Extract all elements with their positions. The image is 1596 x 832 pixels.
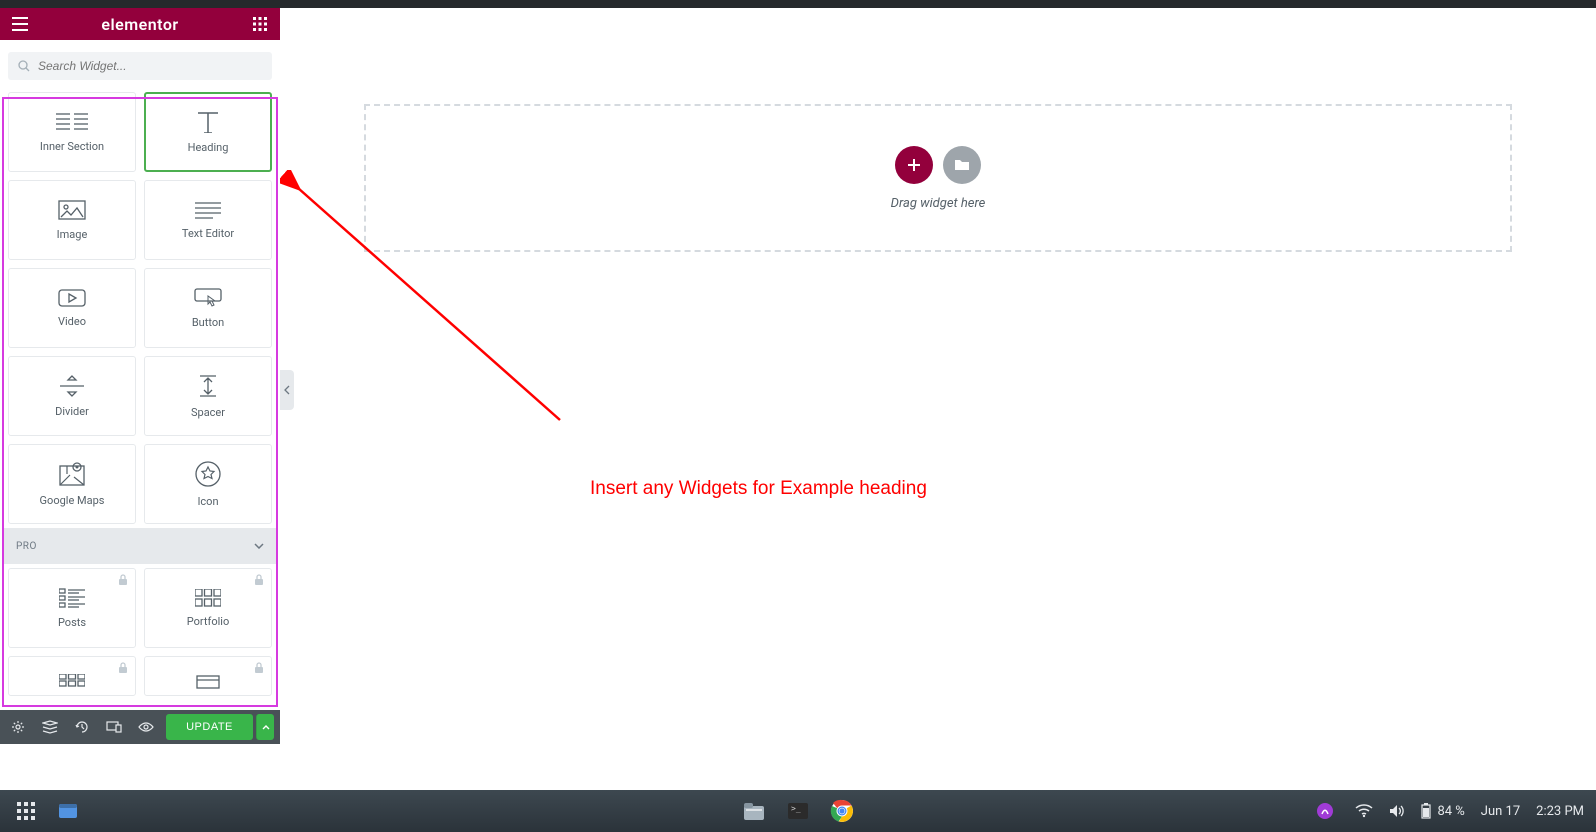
settings-icon[interactable] <box>6 712 30 742</box>
widget-posts[interactable]: Posts <box>8 568 136 648</box>
svg-text:>_: >_ <box>791 804 801 813</box>
slides-icon <box>195 674 221 692</box>
image-icon <box>58 200 86 220</box>
heading-icon <box>194 111 222 133</box>
maps-icon <box>59 462 85 486</box>
annotation-text: Insert any Widgets for Example heading <box>590 478 927 500</box>
lock-icon <box>254 574 264 586</box>
sidebar-footer: UPDATE <box>0 710 280 744</box>
widget-inner-section[interactable]: Inner Section <box>8 92 136 172</box>
date-text[interactable]: Jun 17 <box>1481 804 1520 819</box>
navigator-icon[interactable] <box>38 712 62 742</box>
widget-video[interactable]: Video <box>8 268 136 348</box>
inner-section-icon <box>56 112 88 132</box>
widget-button[interactable]: Button <box>144 268 272 348</box>
dropzone-buttons <box>895 146 981 184</box>
widget-label: Divider <box>55 405 89 418</box>
pro-widgets-grid: Posts Portfolio <box>4 564 276 700</box>
gallery-icon <box>59 674 85 692</box>
widget-image[interactable]: Image <box>8 180 136 260</box>
widget-label: Icon <box>197 495 218 508</box>
collapse-sidebar-tab[interactable] <box>280 370 294 410</box>
preview-icon[interactable] <box>134 712 158 742</box>
widget-label: Heading <box>188 141 229 154</box>
video-icon <box>58 289 86 307</box>
elementor-logo: elementor <box>101 15 178 34</box>
widget-label: Video <box>58 315 86 328</box>
battery-text: 84 % <box>1437 804 1464 819</box>
responsive-icon[interactable] <box>102 712 126 742</box>
history-icon[interactable] <box>70 712 94 742</box>
editor-canvas: Drag widget here <box>280 8 1596 744</box>
sidebar-header: elementor <box>0 8 280 40</box>
drop-zone[interactable]: Drag widget here <box>364 104 1512 252</box>
update-button[interactable]: UPDATE <box>166 714 253 740</box>
search-input[interactable] <box>38 59 262 73</box>
pro-label: PRO <box>16 541 37 552</box>
widget-label: Spacer <box>191 406 225 419</box>
basic-widgets-grid: Inner Section Heading Image Text Editor <box>4 88 276 528</box>
icon-icon <box>195 461 221 487</box>
widget-portfolio[interactable]: Portfolio <box>144 568 272 648</box>
search-wrap <box>0 40 280 88</box>
add-section-button[interactable] <box>895 146 933 184</box>
search-box[interactable] <box>8 52 272 80</box>
show-desktop-icon[interactable] <box>54 797 82 825</box>
volume-icon[interactable] <box>1389 804 1405 818</box>
widgets-area: Inner Section Heading Image Text Editor <box>0 88 280 710</box>
widget-label: Google Maps <box>40 494 105 507</box>
widgets-grid-icon[interactable] <box>250 14 270 34</box>
widget-label: Text Editor <box>182 227 234 240</box>
button-icon <box>194 288 222 308</box>
widget-text-editor[interactable]: Text Editor <box>144 180 272 260</box>
spacer-icon <box>198 374 218 398</box>
template-library-button[interactable] <box>943 146 981 184</box>
widget-icon[interactable]: Icon <box>144 444 272 524</box>
terminal-app-icon[interactable]: >_ <box>784 797 812 825</box>
wifi-icon[interactable] <box>1355 804 1373 818</box>
widget-heading[interactable]: Heading <box>144 92 272 172</box>
hamburger-menu-icon[interactable] <box>10 14 30 34</box>
widget-label: Portfolio <box>187 615 229 628</box>
widget-label: Image <box>57 228 88 241</box>
widget-label: Posts <box>58 616 86 629</box>
time-text[interactable]: 2:23 PM <box>1536 804 1584 819</box>
apps-launcher-icon[interactable] <box>12 797 40 825</box>
lock-icon <box>254 662 264 674</box>
widget-spacer[interactable]: Spacer <box>144 356 272 436</box>
widget-google-maps[interactable]: Google Maps <box>8 444 136 524</box>
chrome-app-icon[interactable] <box>828 797 856 825</box>
elementor-sidebar: elementor Inner Section Hea <box>0 8 280 744</box>
widget-label: Button <box>192 316 224 329</box>
posts-icon <box>59 588 85 608</box>
divider-icon <box>60 375 84 397</box>
lock-icon <box>118 662 128 674</box>
os-taskbar: >_ 84 % Jun 17 2:23 PM <box>0 790 1596 832</box>
drag-hint-text: Drag widget here <box>891 196 986 211</box>
widget-partial[interactable] <box>8 656 136 696</box>
browser-topbar <box>0 0 1596 8</box>
update-dropdown[interactable] <box>256 714 274 740</box>
pro-section-header[interactable]: PRO <box>4 528 276 564</box>
widget-partial[interactable] <box>144 656 272 696</box>
search-icon <box>18 60 30 72</box>
lock-icon <box>118 574 128 586</box>
portfolio-icon <box>195 589 221 607</box>
files-app-icon[interactable] <box>740 797 768 825</box>
chevron-down-icon <box>254 543 264 549</box>
widget-divider[interactable]: Divider <box>8 356 136 436</box>
tray-app-icon[interactable] <box>1311 797 1339 825</box>
battery-indicator[interactable]: 84 % <box>1421 803 1464 819</box>
widget-label: Inner Section <box>40 140 104 153</box>
text-editor-icon <box>195 201 221 219</box>
